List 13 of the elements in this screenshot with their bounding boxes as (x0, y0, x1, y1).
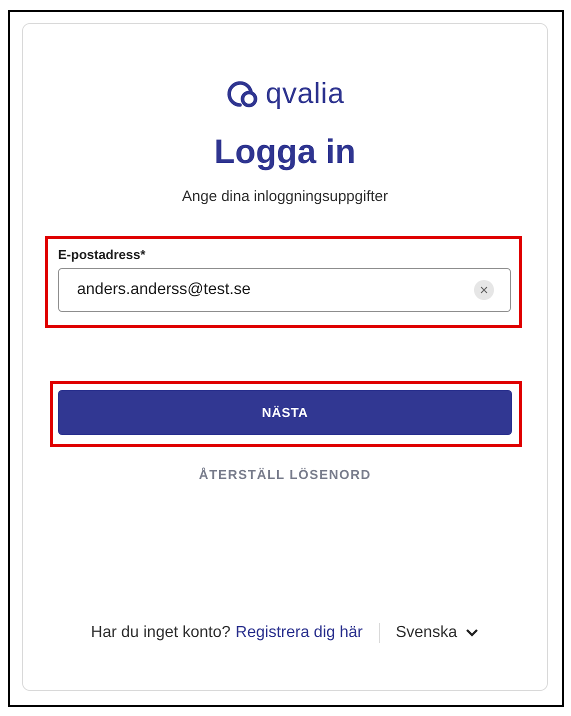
register-prompt: Har du inget konto? (90, 624, 231, 642)
register-link[interactable]: Registrera dig här (236, 624, 363, 642)
logo-icon (226, 80, 260, 108)
reset-password-link[interactable]: ÅTERSTÄLL LÖSENORD (198, 467, 372, 482)
chevron-down-icon (465, 628, 480, 638)
subtitle: Ange dina inloggningsuppgifter (182, 188, 388, 205)
field-label: E-postadress* (58, 247, 146, 263)
logo-text: qvalia (266, 78, 344, 110)
page-title: Logga in (214, 132, 356, 172)
next-button[interactable]: NÄSTA (58, 390, 512, 435)
language-selector[interactable]: Svenska (396, 624, 480, 642)
email-field[interactable]: anders.anderss@test.se × (58, 268, 511, 312)
clear-icon[interactable]: × (474, 280, 494, 300)
